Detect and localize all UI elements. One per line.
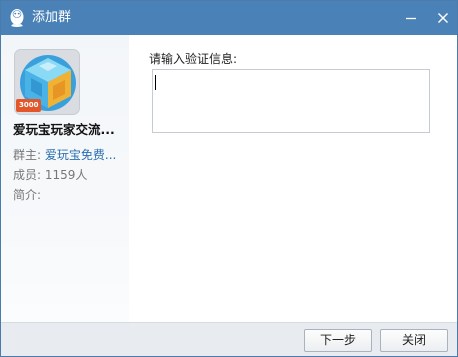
- owner-row: 群主: 爱玩宝免费...: [13, 146, 116, 163]
- title-bar[interactable]: 添加群: [1, 1, 457, 35]
- verify-message-input[interactable]: [152, 69, 430, 133]
- close-window-button[interactable]: [431, 7, 455, 29]
- members-row: 成员: 1159人: [13, 166, 87, 183]
- intro-label: 简介:: [13, 188, 42, 202]
- minimize-button[interactable]: [399, 7, 423, 29]
- qq-penguin-icon: [8, 8, 26, 28]
- group-name: 爱玩宝玩家交流...: [13, 122, 115, 137]
- next-step-button[interactable]: 下一步: [304, 329, 372, 352]
- members-count: 1159人: [44, 168, 88, 182]
- add-group-dialog: 添加群 3000 爱玩宝玩家交流... 群主: 爱玩宝免费... 成员: 115…: [0, 0, 458, 357]
- verify-prompt: 请输入验证信息:: [149, 52, 238, 66]
- dialog-footer: 下一步 关闭: [1, 322, 457, 356]
- avatar-badge: 3000: [16, 99, 42, 112]
- intro-row: 简介:: [13, 186, 41, 203]
- text-caret: [155, 75, 156, 90]
- members-label: 成员:: [13, 168, 42, 182]
- close-button[interactable]: 关闭: [380, 329, 448, 352]
- group-avatar[interactable]: 3000: [14, 49, 80, 115]
- close-icon: [438, 13, 448, 23]
- group-info-panel: 3000 爱玩宝玩家交流... 群主: 爱玩宝免费... 成员: 1159人 简…: [1, 35, 129, 322]
- owner-label: 群主:: [13, 148, 42, 162]
- window-title: 添加群: [32, 10, 72, 25]
- minimize-icon: [406, 17, 416, 20]
- owner-link[interactable]: 爱玩宝免费...: [45, 148, 116, 162]
